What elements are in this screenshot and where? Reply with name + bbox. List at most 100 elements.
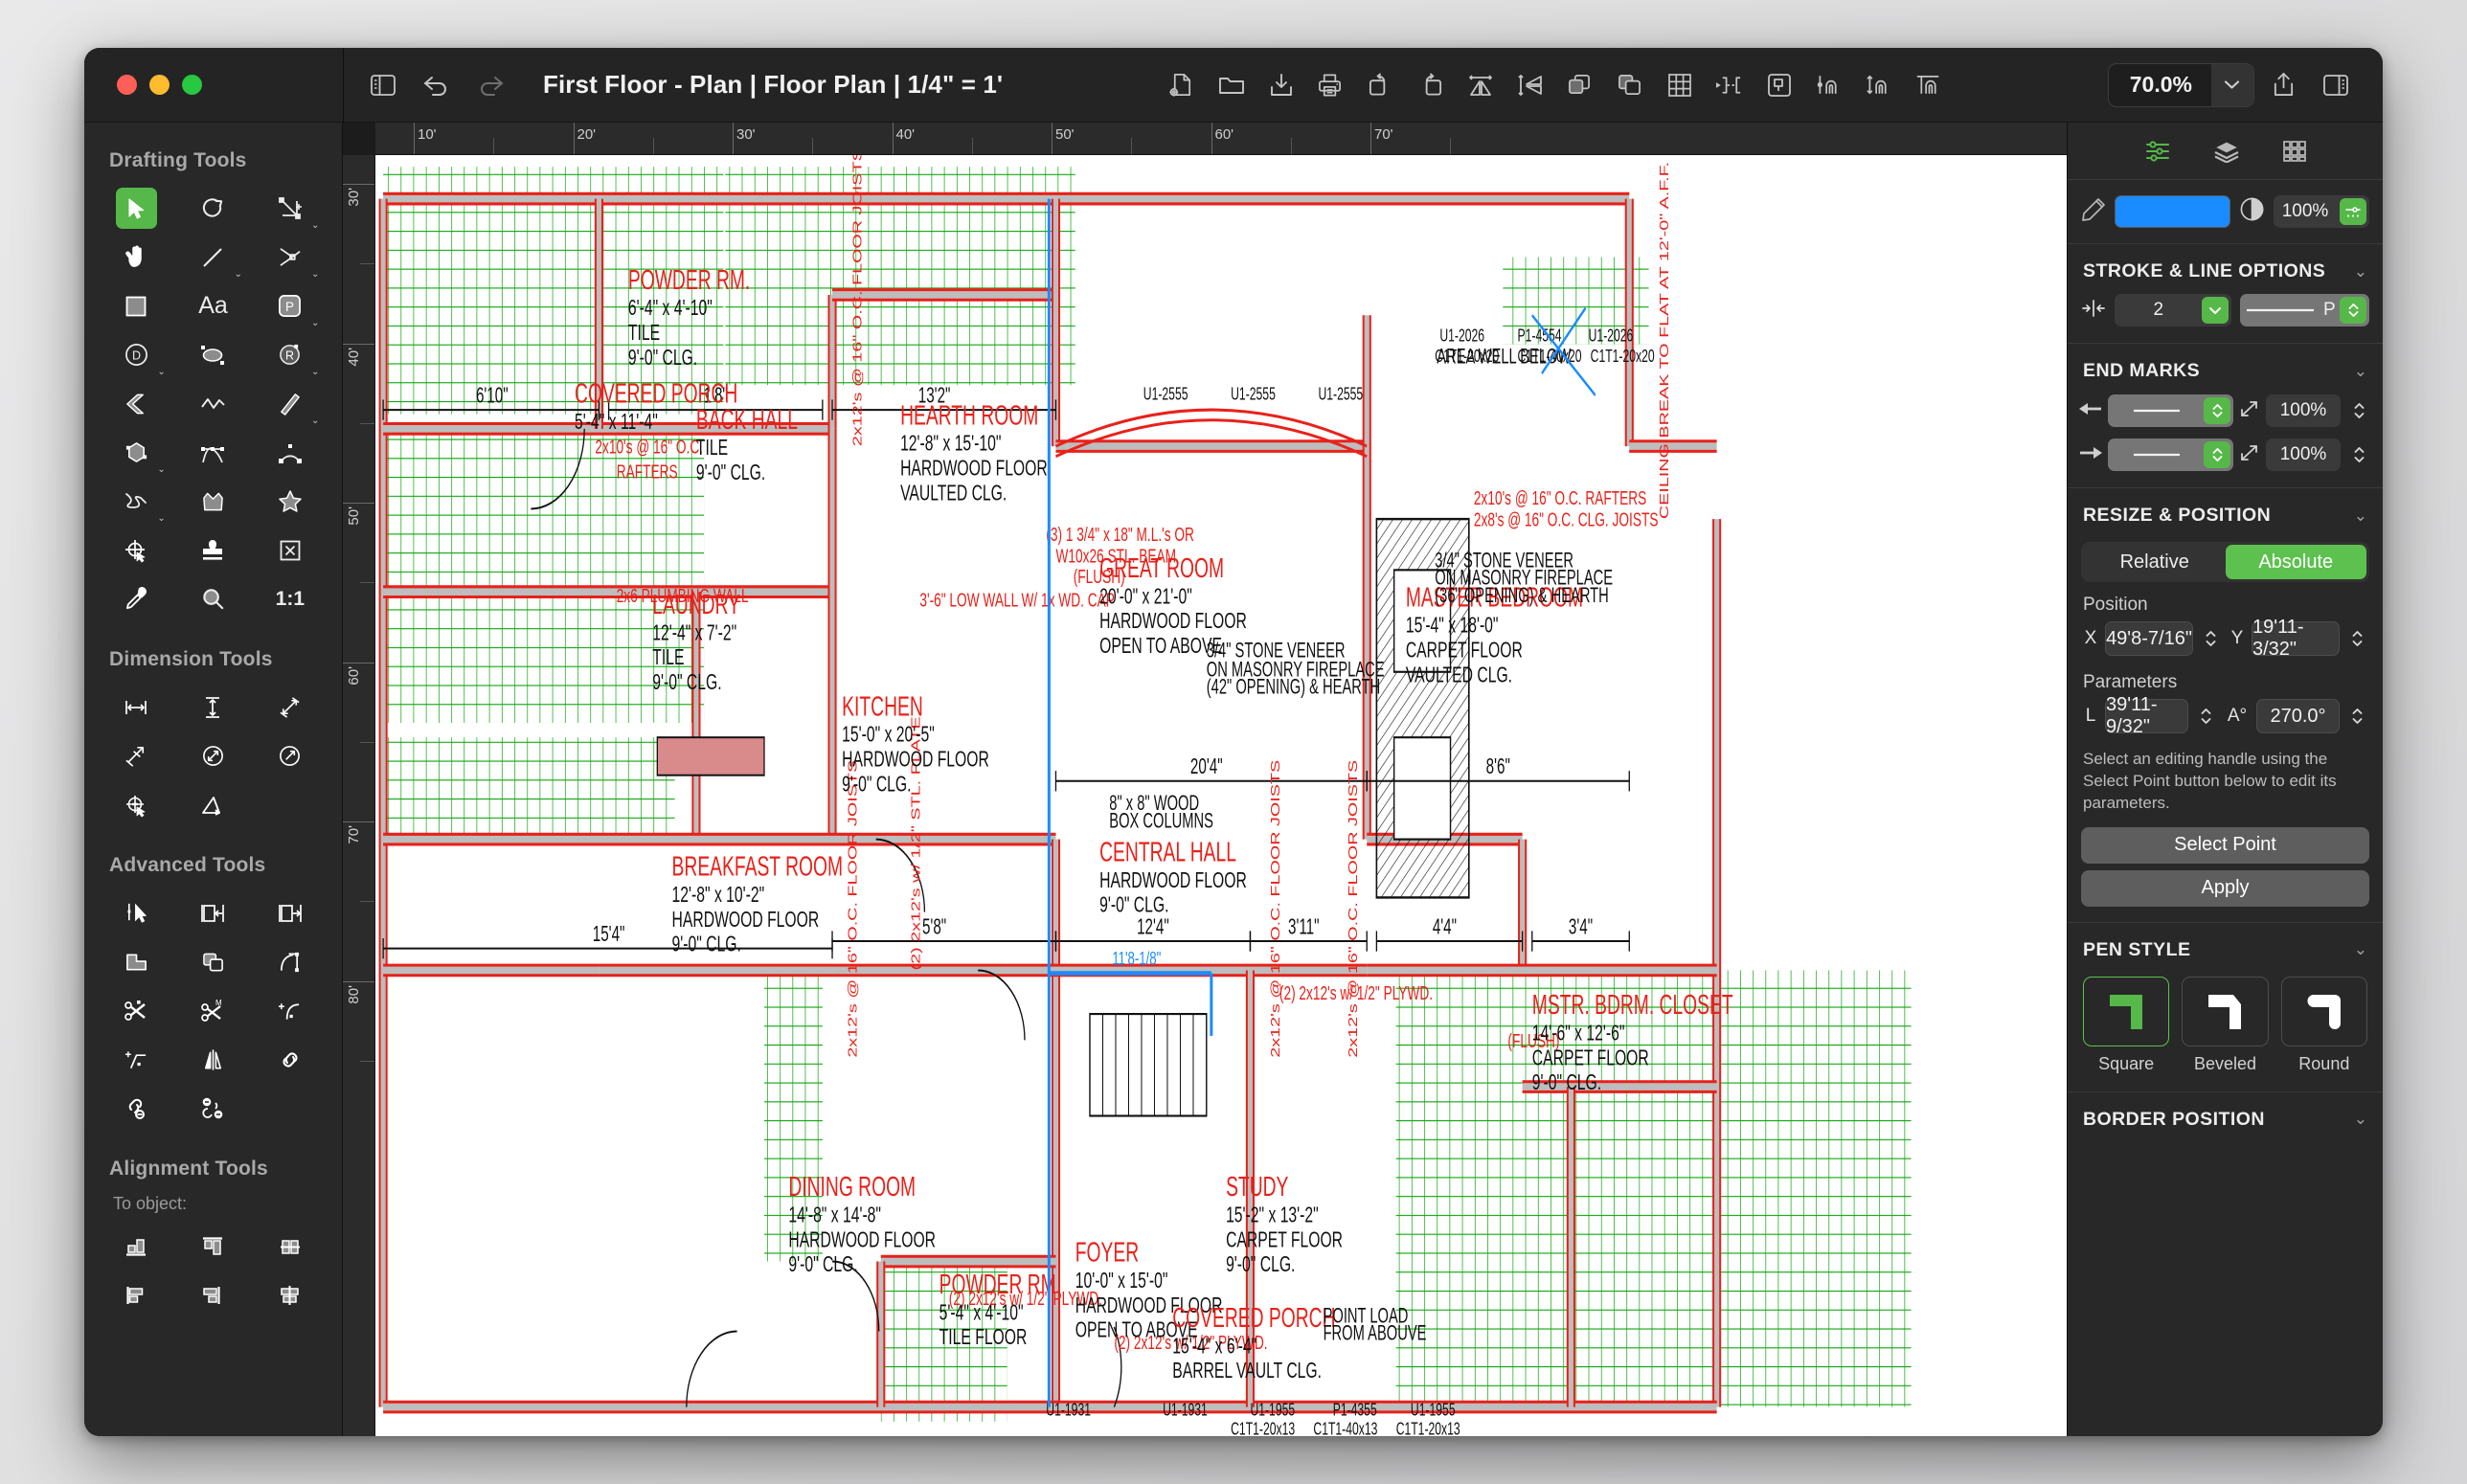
y-position-stepper[interactable] [2344,621,2369,656]
apply-button[interactable]: Apply [2081,869,2369,907]
chevron-down-icon[interactable]: ⌄ [311,416,320,426]
center-target-tool[interactable] [98,526,174,574]
extend-right-tool[interactable] [252,888,328,937]
share-icon[interactable] [2262,63,2306,107]
tab-layers[interactable] [2213,140,2240,163]
length-stepper[interactable] [2193,699,2218,733]
dimension-tool[interactable]: D ⌄ [98,330,174,379]
pan-tool[interactable] [98,233,174,281]
point-select-tool[interactable] [98,888,174,937]
object-snap-icon[interactable] [1757,63,1801,107]
align-center-vertical-tool[interactable] [252,1222,328,1270]
length-input[interactable]: 39'11-9/32" [2105,694,2188,737]
split-tool[interactable] [98,986,174,1035]
mirror-tool[interactable] [174,1035,251,1084]
y-position-input[interactable]: 19'11-3/32" [2252,617,2340,660]
chevron-down-icon[interactable]: ⌄ [2354,262,2367,281]
chevron-down-icon[interactable]: ⌄ [2354,506,2367,526]
chevron-down-icon[interactable]: ⌄ [311,368,320,377]
angle-input[interactable]: 270.0° [2256,699,2340,733]
crop-tool[interactable]: ⌄ [252,184,328,233]
snap-to-point-icon[interactable] [1708,63,1752,107]
select-point-button[interactable]: Select Point [2081,826,2369,864]
link-tool[interactable] [252,1035,328,1084]
actual-size-tool[interactable]: 1:1 [252,574,328,623]
multi-split-tool[interactable]: M [174,986,251,1035]
rotate-left-icon[interactable] [1359,63,1403,107]
align-right-tool[interactable] [174,1270,251,1319]
arc-tool[interactable] [252,428,328,477]
pen-style-round-box[interactable] [2280,976,2367,1046]
tab-library[interactable] [2282,140,2307,163]
wall-join-icon[interactable] [1807,63,1851,107]
end-mark-stepper[interactable] [2346,438,2371,472]
stamp-tool[interactable] [174,526,251,574]
detach-tool[interactable] [174,1084,251,1133]
chevron-down-icon[interactable]: ⌄ [2354,940,2367,959]
chevron-down-icon[interactable]: ⌄ [311,319,320,328]
pen-style-beveled[interactable]: Beveled [2182,976,2269,1074]
polygon-tool[interactable]: P ⌄ [252,281,328,330]
send-backward-icon[interactable] [1608,63,1652,107]
angle-stepper[interactable] [2344,699,2369,733]
chevron-down-icon[interactable]: ⌄ [157,465,166,475]
angle-dimension-tool[interactable] [174,780,251,829]
redo-icon[interactable] [468,63,512,107]
radius-dimension-tool[interactable] [252,731,328,780]
rotate-tool[interactable] [174,184,251,233]
align-bottom-tool[interactable] [98,1222,174,1270]
star-tool[interactable] [252,477,328,526]
position-mode-absolute[interactable]: Absolute [2225,545,2366,579]
chevron-down-icon[interactable]: ⌄ [157,514,166,524]
diameter-dimension-tool[interactable] [174,731,251,780]
pen-style-beveled-box[interactable] [2182,976,2269,1046]
chevron-down-icon[interactable]: ⌄ [311,221,320,231]
end-mark-scale-field[interactable]: 100% [2266,438,2341,471]
grid-icon[interactable] [1658,63,1702,107]
stroke-color-swatch[interactable] [2115,195,2230,228]
spline-tool[interactable] [174,428,251,477]
parallel-line-tool[interactable]: ⌄ [252,379,328,428]
subtract-tool[interactable] [174,937,251,986]
blob-shape-tool[interactable] [174,477,251,526]
zoom-control[interactable]: 70.0% [2107,62,2254,107]
aligned-dimension-tool[interactable] [98,731,174,780]
wall-dimension-icon[interactable] [1857,63,1901,107]
stepper-icon[interactable] [2340,297,2366,324]
chevron-down-icon[interactable]: ⌄ [2354,362,2367,381]
folder-open-icon[interactable] [1210,63,1254,107]
horizontal-dimension-tool[interactable] [98,683,174,731]
align-top-tool[interactable] [174,1222,251,1270]
end-mark-style-field[interactable] [2108,438,2233,471]
chevron-tool[interactable] [98,379,174,428]
minimize-button[interactable] [149,75,170,95]
path-edit-tool[interactable] [252,937,328,986]
section-border-position[interactable]: BORDER POSITION ⌄ [2068,1092,2383,1142]
delete-tool[interactable] [252,526,328,574]
line-tool[interactable]: ⌄ [174,233,251,281]
chevron-down-icon[interactable]: ⌄ [2354,1110,2367,1129]
union-tool[interactable] [98,937,174,986]
close-button[interactable] [117,75,137,95]
save-download-icon[interactable] [1259,63,1303,107]
chamfer-tool[interactable] [98,1035,174,1084]
vertical-ruler[interactable]: 30' 40' 50' 60' 70' 80' [343,155,375,1436]
vertical-dimension-tool[interactable] [174,683,251,731]
extend-left-tool[interactable] [174,888,251,937]
center-mark-tool[interactable] [98,780,174,829]
align-center-horizontal-tool[interactable] [252,1270,328,1319]
pen-style-square[interactable]: Square [2083,976,2170,1074]
hexagon-tool[interactable]: ⌄ [98,428,174,477]
freehand-tool[interactable]: ⌄ [98,477,174,526]
chevron-down-icon[interactable]: ⌄ [157,368,166,377]
flip-horizontal-icon[interactable] [1459,63,1503,107]
polyline-tool[interactable] [174,379,251,428]
opacity-options-icon[interactable] [2340,198,2366,225]
fillet-tool[interactable] [252,986,328,1035]
align-left-tool[interactable] [98,1270,174,1319]
unlink-tool[interactable] [98,1084,174,1133]
position-mode-relative[interactable]: Relative [2084,545,2226,579]
rectangle-tool[interactable] [98,281,174,330]
stroke-width-field[interactable]: 2 [2115,294,2231,326]
radius-tool[interactable]: R ⌄ [252,330,328,379]
